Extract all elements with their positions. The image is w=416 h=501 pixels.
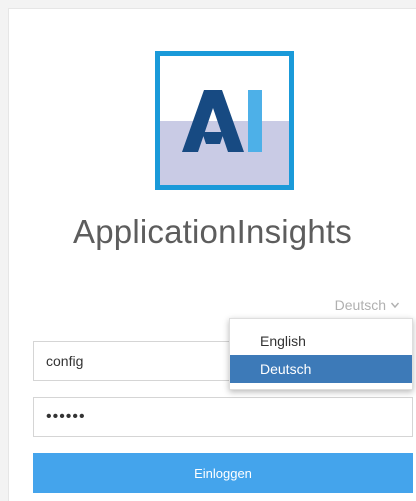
app-logo	[155, 51, 294, 190]
language-option-english[interactable]: English	[230, 327, 412, 355]
language-current-label: Deutsch	[334, 297, 386, 313]
language-selector[interactable]: Deutsch	[335, 297, 400, 313]
login-button[interactable]: Einloggen	[33, 453, 413, 493]
language-dropdown-menu: English Deutsch	[229, 318, 413, 390]
logo-letters-icon	[182, 90, 262, 152]
app-title: ApplicationInsights	[73, 213, 352, 250]
login-card: ApplicationInsights Deutsch Einloggen En…	[8, 8, 416, 501]
language-option-deutsch[interactable]: Deutsch	[230, 355, 412, 383]
chevron-down-icon	[390, 302, 400, 309]
password-field[interactable]	[33, 397, 413, 437]
